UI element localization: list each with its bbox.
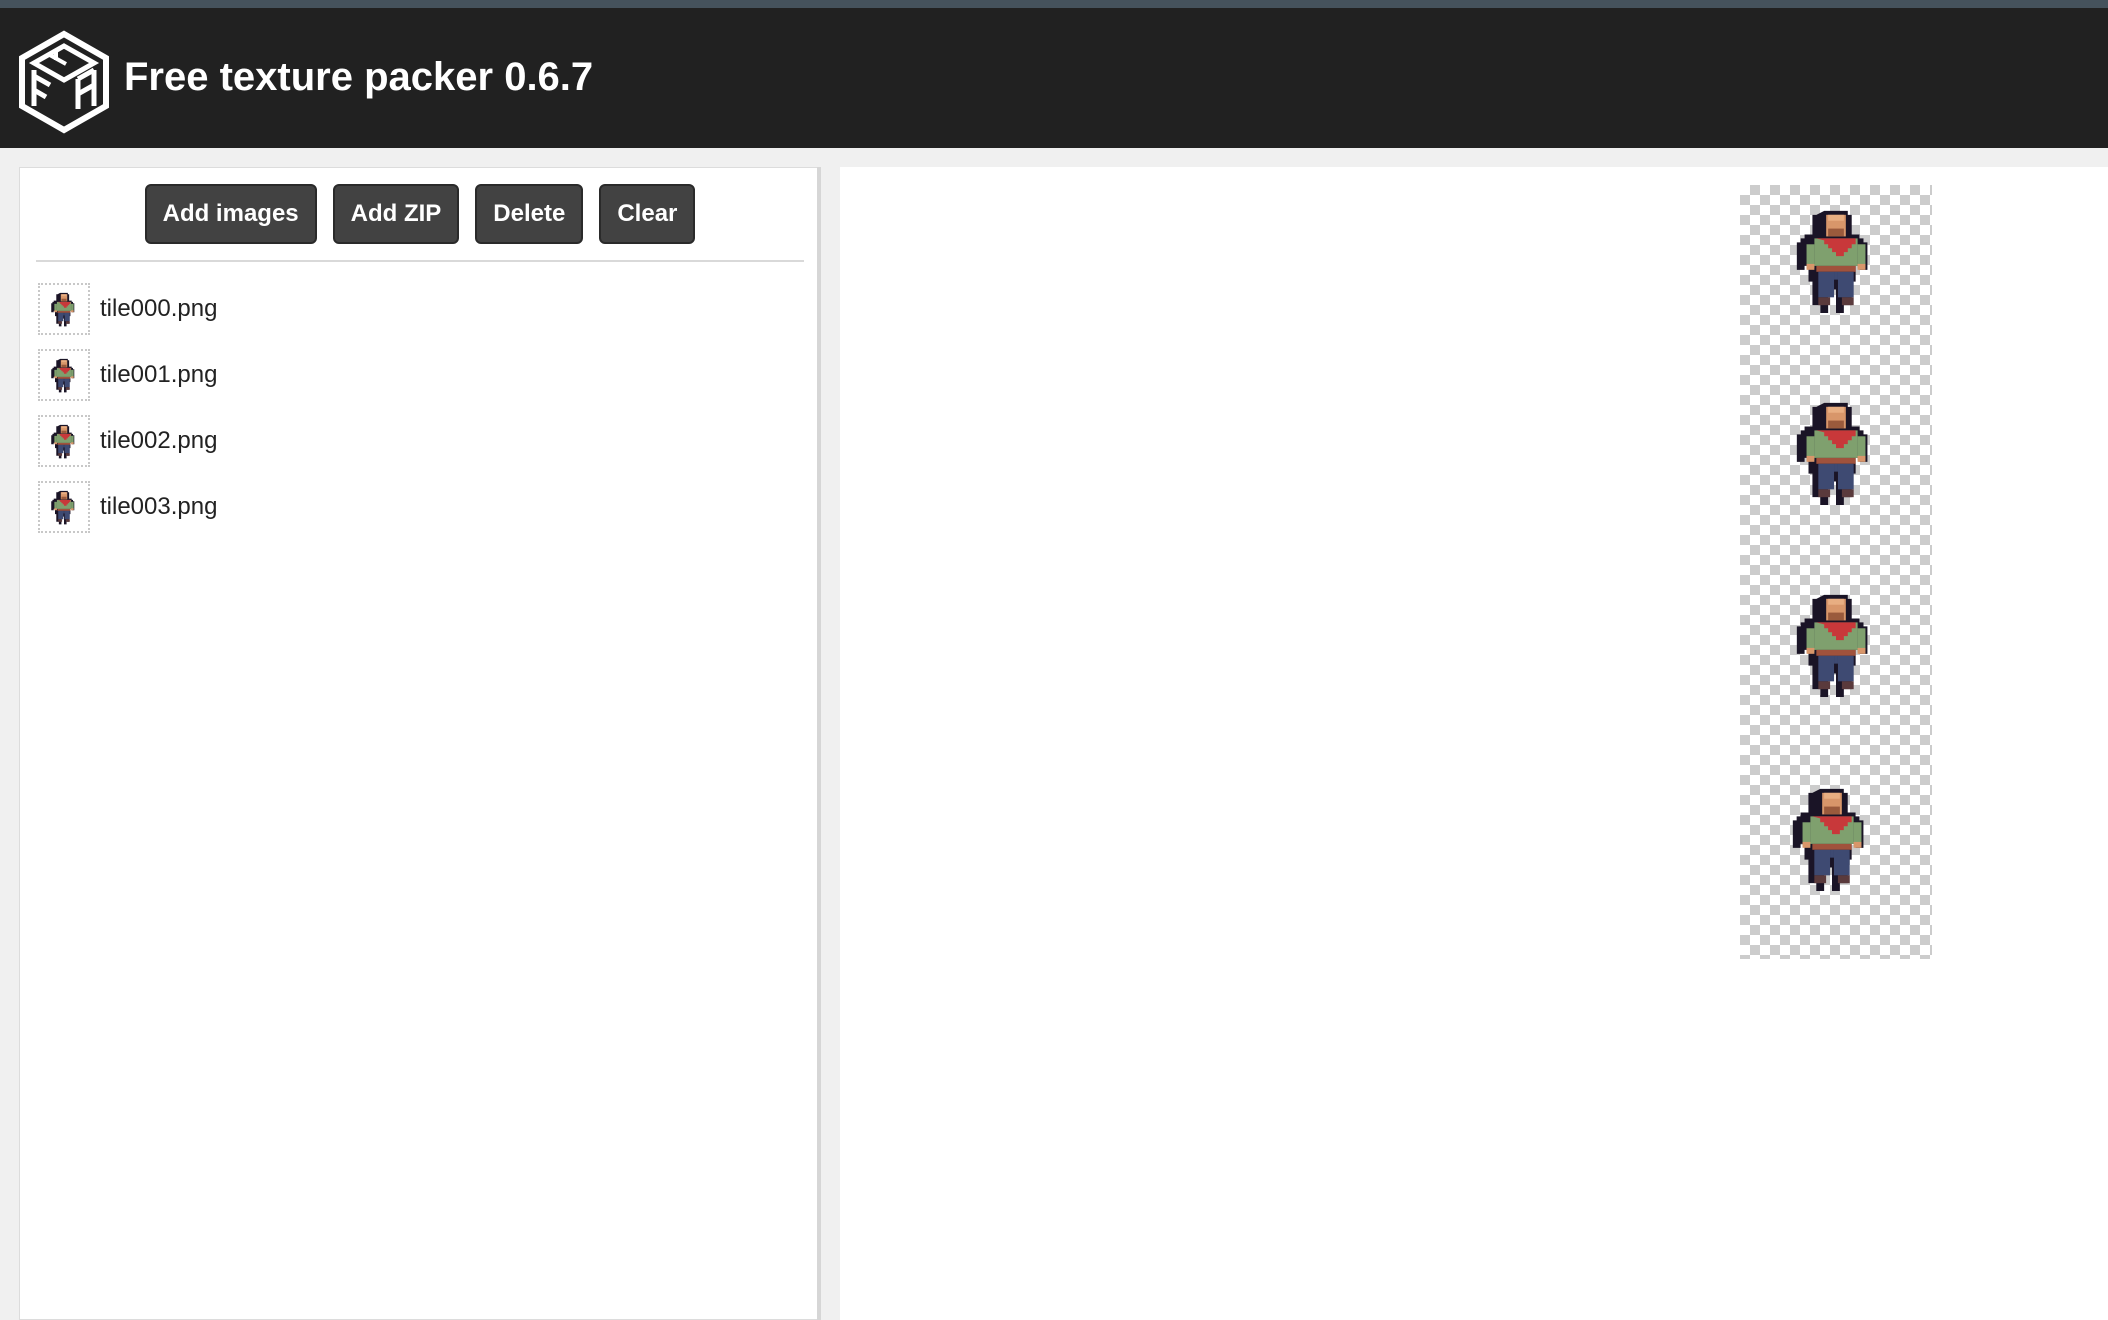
character-sprite-icon: [38, 283, 90, 335]
list-item[interactable]: tile002.png: [38, 414, 798, 468]
app-header: Free texture packer 0.6.7: [0, 8, 2108, 148]
packed-sprite-sheet: [1740, 185, 1932, 959]
ftp-hexagon-logo-icon: [19, 30, 109, 134]
preview-panel: [840, 167, 2108, 1320]
toolbar-divider: [36, 260, 804, 262]
list-item[interactable]: tile001.png: [38, 348, 798, 402]
clear-button[interactable]: Clear: [599, 184, 696, 244]
images-panel: Add images Add ZIP Delete Clear tile000.…: [19, 167, 819, 1320]
delete-button[interactable]: Delete: [475, 184, 584, 244]
image-file-list: tile000.png tile001.png tile002.png tile…: [38, 282, 798, 546]
file-name: tile003.png: [100, 493, 218, 520]
list-item[interactable]: tile003.png: [38, 480, 798, 534]
character-sprite-icon: [1796, 205, 1876, 315]
character-sprite-icon: [1796, 397, 1876, 507]
file-name: tile002.png: [100, 427, 218, 454]
file-name: tile000.png: [100, 295, 218, 322]
character-sprite-icon: [38, 349, 90, 401]
app-title: Free texture packer 0.6.7: [124, 55, 594, 99]
character-sprite-icon: [1796, 589, 1876, 699]
character-sprite-icon: [1792, 783, 1872, 893]
character-sprite-icon: [38, 415, 90, 467]
character-sprite-icon: [38, 481, 90, 533]
window-top-strip: [0, 0, 2108, 8]
image-toolbar: Add images Add ZIP Delete Clear: [20, 184, 820, 244]
list-item[interactable]: tile000.png: [38, 282, 798, 336]
panel-splitter[interactable]: [817, 167, 821, 1320]
add-zip-button[interactable]: Add ZIP: [332, 184, 460, 244]
file-name: tile001.png: [100, 361, 218, 388]
add-images-button[interactable]: Add images: [144, 184, 317, 244]
